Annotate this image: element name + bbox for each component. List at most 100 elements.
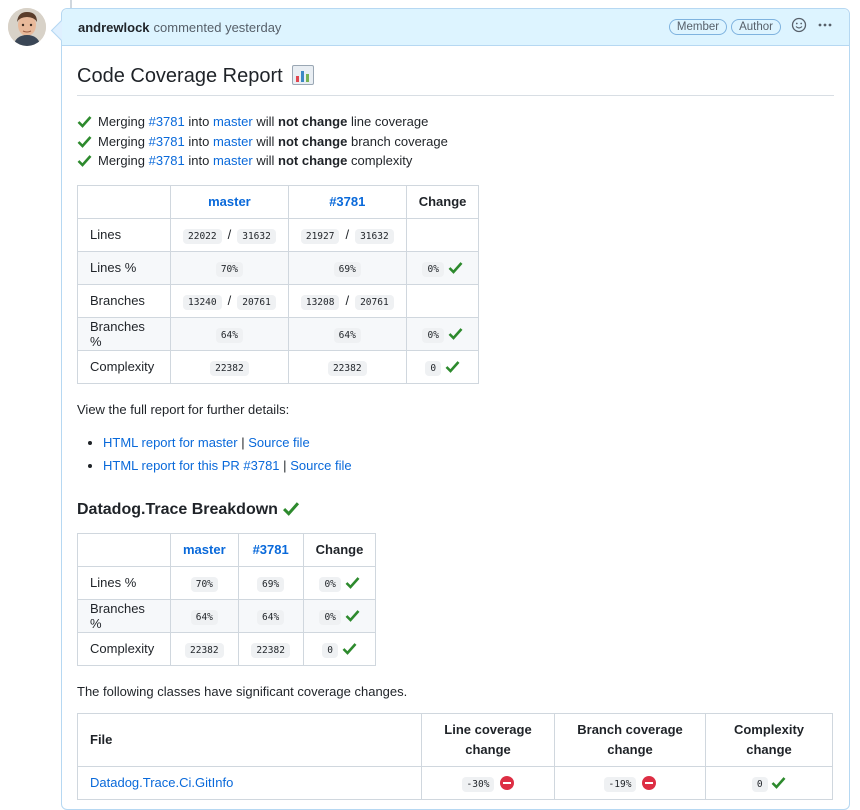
value-code: 21927	[300, 229, 340, 244]
merge-metric: complexity	[350, 153, 413, 168]
master-value: 64%	[170, 598, 239, 633]
bar-chart-icon	[292, 65, 315, 85]
table-row: Lines % 70% 69% 0%	[77, 565, 377, 600]
value-code: 70%	[190, 577, 218, 592]
master-value: 70%	[170, 565, 239, 600]
avatar[interactable]	[8, 8, 46, 46]
table-row: Complexity 22382 22382 0	[77, 349, 480, 384]
merge-status-list: Merging #3781 into master will not chang…	[77, 112, 834, 171]
breakdown-title-text: Datadog.Trace Breakdown	[77, 500, 278, 518]
pr-link[interactable]: #3781	[149, 153, 185, 168]
value-code: 0%	[422, 328, 444, 343]
value-code: 22022	[183, 229, 222, 244]
merge-metric: branch coverage	[350, 133, 448, 149]
classes-header-row: File Line coverage change Branch coverag…	[77, 712, 833, 767]
master-link[interactable]: master	[208, 194, 251, 209]
table-row: Lines 22022/31632 21927/31632	[77, 217, 480, 252]
row-label: Branches	[77, 283, 171, 318]
value-code: 64%	[333, 328, 361, 343]
no-entry-icon	[500, 776, 515, 790]
change-value: 0	[302, 631, 377, 666]
value-code: 31632	[355, 229, 394, 244]
value-code: 22382	[327, 361, 367, 376]
breakdown-header-change: Change	[302, 532, 377, 567]
branch-link[interactable]: master	[213, 114, 253, 129]
classes-header-branch: Branch coverage change	[554, 712, 706, 767]
table-row: Branches 13240/20761 13208/20761	[77, 283, 480, 318]
kebab-menu-icon[interactable]	[817, 17, 833, 37]
table-row: Branches % 64% 64% 0%	[77, 598, 377, 633]
value-code: 31632	[237, 229, 276, 244]
breakdown-header-master[interactable]: master	[170, 532, 239, 567]
classes-header-file: File	[77, 712, 422, 767]
summary-header-master[interactable]: master	[170, 184, 289, 219]
table-row: Branches % 64% 64% 0%	[77, 316, 480, 351]
merge-metric: line coverage	[350, 114, 429, 129]
master-value: 64%	[170, 316, 289, 351]
report-title: Code Coverage Report	[77, 62, 834, 96]
link-separator: |	[283, 457, 287, 473]
pr-link[interactable]: #3781	[253, 542, 289, 557]
change-value	[405, 217, 480, 252]
file-link[interactable]: Datadog.Trace.Ci.GitInfo	[90, 775, 233, 790]
breakdown-header-pr[interactable]: #3781	[237, 532, 304, 567]
source-file-link[interactable]: Source file	[248, 435, 309, 450]
value-code: 0%	[319, 610, 341, 625]
value-code: 20761	[355, 295, 394, 310]
table-row: Datadog.Trace.Ci.GitInfo -30% -19% 0	[77, 765, 833, 800]
master-value: 22382	[170, 631, 239, 666]
breakdown-title: Datadog.Trace Breakdown	[77, 501, 834, 519]
summary-header-blank	[77, 184, 171, 219]
pr-link[interactable]: #3781	[149, 134, 185, 149]
pr-value: 22382	[237, 631, 304, 666]
value-code: 0	[425, 361, 442, 376]
change-value: 0	[405, 349, 480, 384]
file-cell: Datadog.Trace.Ci.GitInfo	[77, 765, 422, 800]
classes-table: File Line coverage change Branch coverag…	[77, 712, 833, 800]
value-code: 13208	[300, 295, 340, 310]
summary-header-pr[interactable]: #3781	[287, 184, 407, 219]
comment-box: andrewlock commented yesterday Member Au…	[50, 8, 850, 810]
pr-value: 64%	[237, 598, 304, 633]
value-code: 70%	[215, 262, 243, 277]
comment-header: andrewlock commented yesterday Member Au…	[62, 9, 849, 46]
html-report-master-link[interactable]: HTML report for master	[103, 435, 238, 450]
comment-body: Code Coverage Report Merging #3781 into …	[62, 46, 849, 800]
pr-link[interactable]: #3781	[149, 114, 185, 129]
master-link[interactable]: master	[183, 542, 226, 557]
breakdown-header-row: master #3781 Change	[77, 532, 377, 567]
check-icon	[77, 155, 92, 167]
value-code: 69%	[333, 262, 361, 277]
check-icon	[77, 116, 92, 128]
pr-value: 13208/20761	[287, 283, 407, 318]
value-code: 64%	[215, 328, 243, 343]
table-row: Complexity 22382 22382 0	[77, 631, 377, 666]
html-report-pr-link[interactable]: HTML report for this PR #3781	[103, 458, 280, 473]
pr-link[interactable]: #3781	[329, 194, 365, 209]
merge-change-status: not change	[278, 133, 348, 149]
row-label: Lines	[77, 217, 171, 252]
value-code: -19%	[603, 777, 637, 792]
branch-link[interactable]: master	[213, 134, 253, 149]
summary-table: master #3781 Change Lines 22022/31632 21…	[77, 184, 480, 384]
branch-link[interactable]: master	[213, 153, 253, 168]
master-value: 13240/20761	[170, 283, 289, 318]
comment-author[interactable]: andrewlock	[78, 20, 150, 35]
report-title-text: Code Coverage Report	[77, 65, 283, 87]
check-icon	[448, 328, 463, 340]
merge-will: will	[256, 114, 275, 129]
merge-into: into	[188, 114, 210, 129]
change-value: 0%	[302, 565, 377, 600]
link-separator: |	[241, 434, 245, 450]
breakdown-header-blank	[77, 532, 171, 567]
smiley-icon[interactable]	[791, 17, 807, 37]
master-value: 22022/31632	[170, 217, 289, 252]
table-row: Lines % 70% 69% 0%	[77, 250, 480, 285]
value-code: 0	[751, 777, 768, 792]
value-code: -30%	[461, 777, 495, 792]
breakdown-table: master #3781 Change Lines % 70% 69% 0% B…	[77, 532, 377, 666]
source-file-link[interactable]: Source file	[290, 458, 351, 473]
value-code: 69%	[257, 577, 285, 592]
comment-timestamp[interactable]: commented yesterday	[154, 20, 282, 35]
value-code: 0	[322, 643, 339, 658]
